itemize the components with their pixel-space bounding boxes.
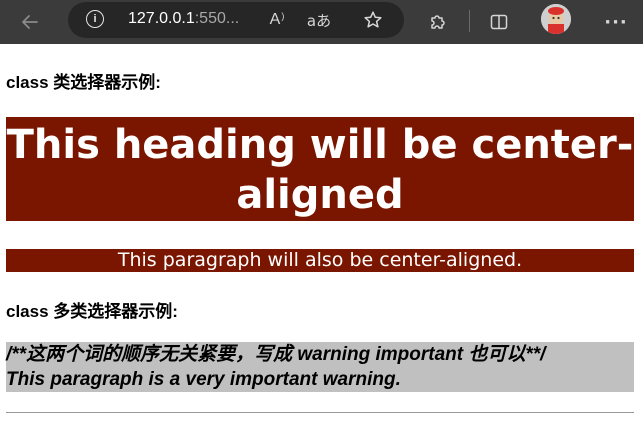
read-aloud-icon[interactable]: A) (264, 7, 290, 33)
browser-toolbar: i 127.0.0.1:550... A) aあ ··· (0, 0, 643, 44)
translate-glyph: aあ (306, 11, 332, 30)
puzzle-icon (431, 15, 445, 29)
section-title-multi-class-selector: class 多类选择器示例: (6, 302, 178, 321)
url-host: 127.0.0.1 (128, 10, 195, 27)
info-icon[interactable]: i (86, 10, 104, 28)
url-text[interactable]: 127.0.0.1:550... (128, 10, 239, 28)
horizontal-rule (6, 412, 634, 413)
read-aloud-glyph: A (269, 11, 281, 28)
split-screen-button[interactable] (483, 6, 515, 38)
warning-text-line: This paragraph is a very important warni… (6, 369, 401, 390)
toolbar-divider (469, 10, 470, 32)
avatar[interactable] (541, 4, 571, 34)
warning-comment-line: /**这两个词的顺序无关紧要，写成 warning important 也可以*… (6, 344, 546, 365)
more-button[interactable]: ··· (600, 6, 632, 38)
translate-icon[interactable]: aあ (306, 7, 332, 33)
back-button[interactable] (14, 6, 46, 38)
center-paragraph: This paragraph will also be center-align… (6, 249, 634, 272)
center-heading: This heading will be center-aligned (6, 117, 634, 221)
address-bar[interactable]: i 127.0.0.1:550... A) aあ (68, 2, 404, 38)
star-icon[interactable] (360, 7, 386, 33)
split-screen-icon (490, 14, 508, 30)
section-title-class-selector: class 类选择器示例: (6, 73, 161, 92)
more-icon: ··· (604, 11, 628, 33)
important-warning-paragraph: /**这两个词的顺序无关紧要，写成 warning important 也可以*… (6, 342, 634, 392)
back-arrow-icon (22, 15, 38, 29)
url-rest: :550... (194, 10, 240, 27)
extensions-button[interactable] (422, 6, 454, 38)
